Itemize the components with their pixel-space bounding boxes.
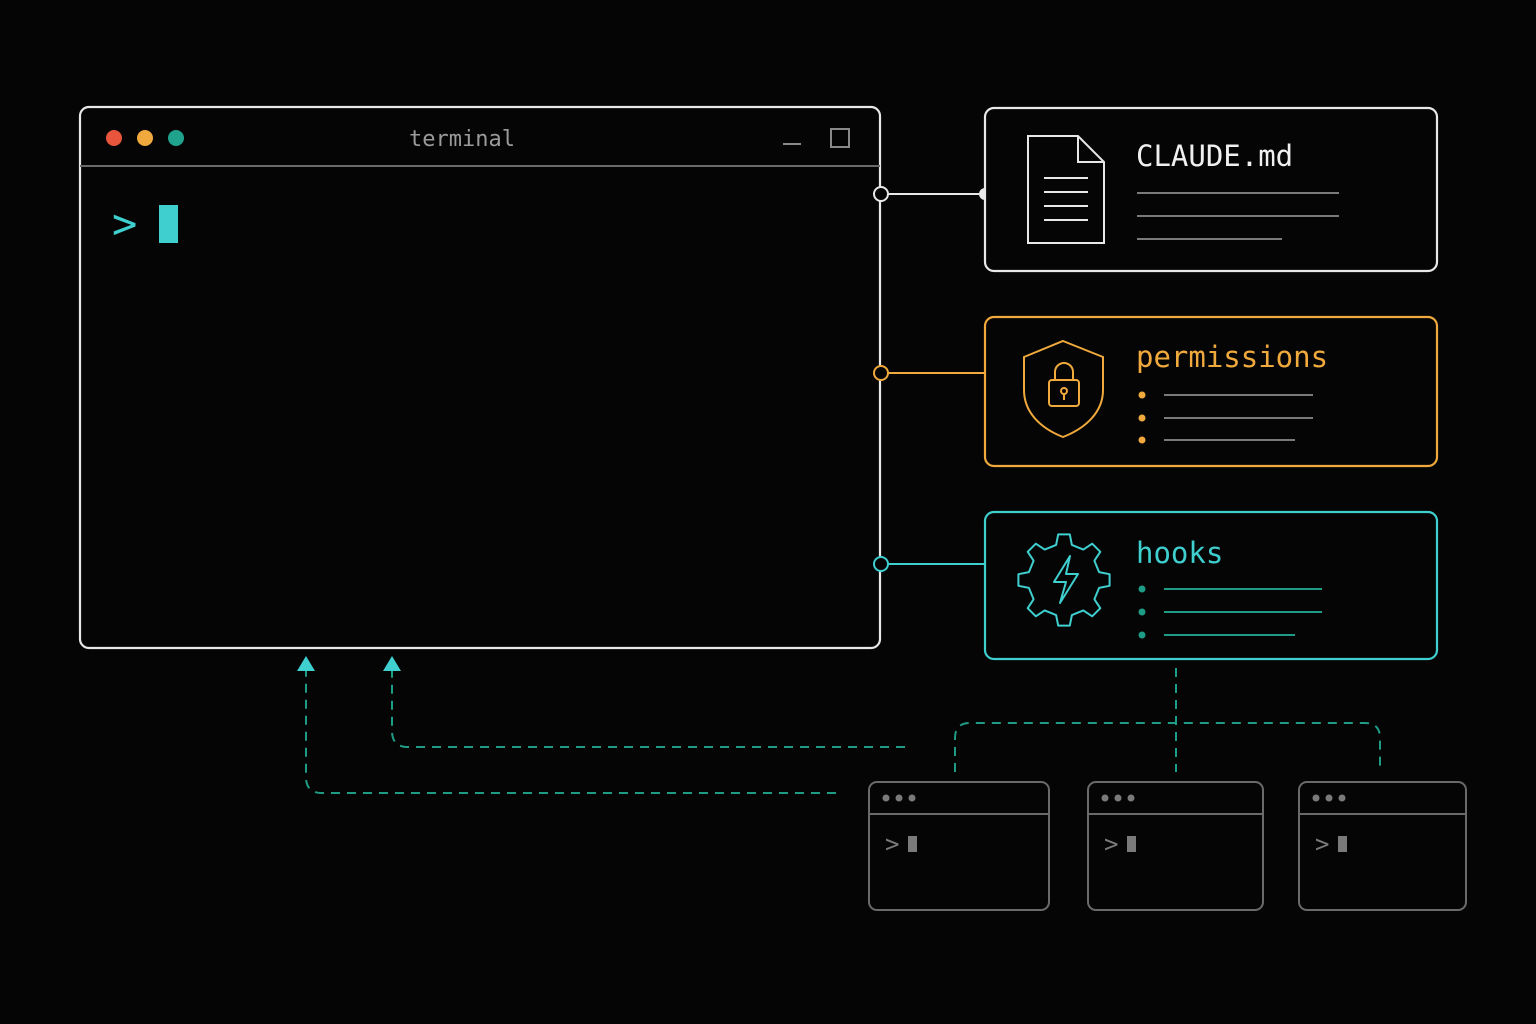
subagent-window-1[interactable]: > [868, 781, 1050, 911]
connector-node-claude [873, 186, 889, 202]
subagent-cursor-1 [908, 836, 917, 852]
card-title-hooks: hooks [1136, 536, 1223, 570]
subagent-window-2[interactable]: > [1087, 781, 1264, 911]
cursor-block [159, 205, 178, 243]
diagram-canvas: terminal > CLAUDE.md permissions hooks >… [78, 105, 1467, 911]
return-arrows [297, 656, 905, 794]
card-permissions[interactable]: permissions [983, 315, 1439, 468]
arrow-head-inner [383, 656, 401, 671]
connectors [873, 186, 991, 572]
card-claude-md[interactable]: CLAUDE.md [983, 106, 1439, 273]
prompt-symbol: > [112, 199, 137, 248]
subagent-prompt-3: > [1315, 830, 1329, 858]
card-title-permissions: permissions [1136, 340, 1328, 374]
subagent-tree [954, 668, 1381, 772]
card-hooks[interactable]: hooks [983, 510, 1439, 661]
connector-node-hooks [873, 556, 889, 572]
subagent-cursor-2 [1127, 836, 1136, 852]
connector-node-permissions [873, 365, 889, 381]
window-zoom-dot[interactable] [168, 130, 184, 146]
window-minimize-dot[interactable] [137, 130, 153, 146]
subagent-prompt-2: > [1104, 830, 1118, 858]
subagent-cursor-3 [1338, 836, 1347, 852]
terminal-window: terminal > [78, 105, 882, 650]
window-close-dot[interactable] [106, 130, 122, 146]
card-title-claude-md: CLAUDE.md [1136, 139, 1293, 173]
terminal-title: terminal [409, 127, 515, 152]
subagent-window-3[interactable]: > [1298, 781, 1467, 911]
arrow-head-outer [297, 656, 315, 671]
subagent-prompt-1: > [885, 830, 899, 858]
